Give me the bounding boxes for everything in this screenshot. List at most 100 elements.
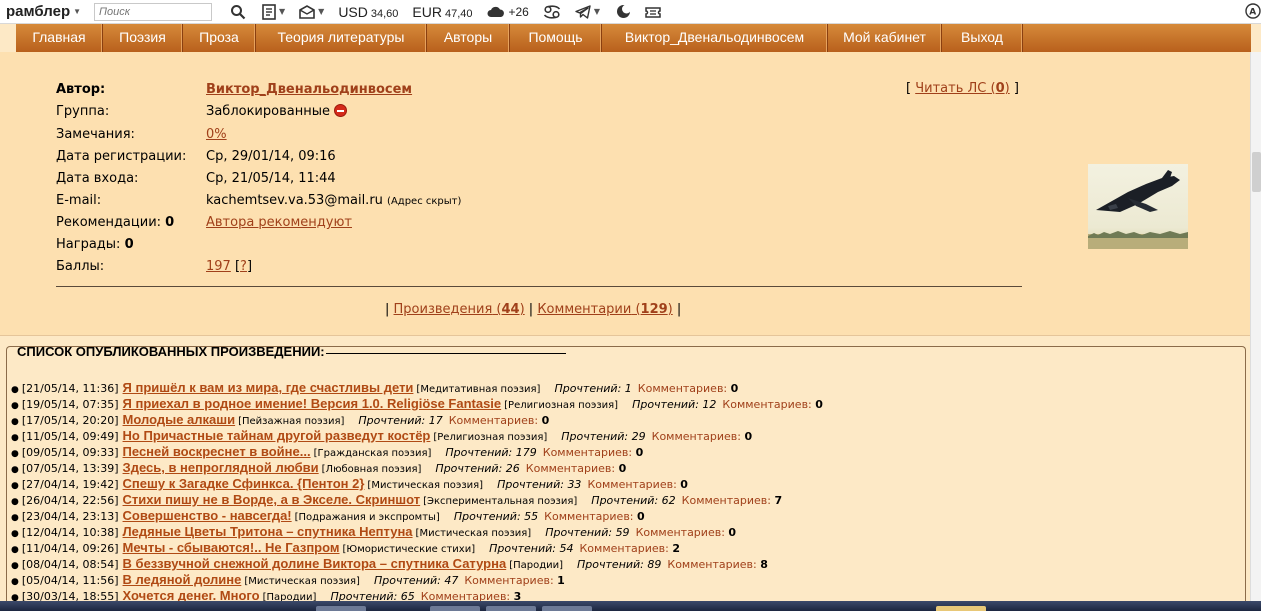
search-button[interactable] [230,4,246,20]
nav-item-poetry[interactable]: Поэзия [103,24,183,52]
rambler-toolbar: рамблер▼ ▼ ▼ USD34,60 EUR47,40 +26 ▼ A [0,0,1261,24]
work-comments-link[interactable]: Комментариев: 2 [579,542,680,555]
telegram-button[interactable]: ▼ [575,4,601,19]
nav-item-logout[interactable]: Выход [942,24,1023,52]
bullet-icon: ● [11,449,19,459]
comments-count: 0 [744,430,753,443]
tab-works[interactable]: Произведения (44) [394,302,525,317]
work-title-link[interactable]: Мечты - сбываются!.. Не Газпром [123,540,340,555]
remarks-label: Замечания: [56,127,135,142]
taskbar-button[interactable] [542,606,592,611]
rambler-menu[interactable]: рамблер ▼ [0,3,92,20]
work-comments-link[interactable]: Комментариев: 1 [464,574,565,587]
ticket-icon [645,6,661,18]
work-title-link[interactable]: Здесь, в непроглядной любви [123,460,319,475]
reads-label: Прочтений: [545,526,613,539]
work-comments-link[interactable]: Комментариев: 0 [544,510,645,523]
work-date: [11/04/14, 09:26] [21,542,119,555]
os-taskbar [0,601,1261,611]
comments-label: Комментариев: [542,446,633,459]
work-title-link[interactable]: Спешу к Загадке Сфинкса. {Пентон 2} [123,476,365,491]
work-comments-link[interactable]: Комментариев: 0 [449,414,550,427]
read-ls-close: ] [1013,81,1019,96]
usd-label: USD [338,3,368,20]
work-title-link[interactable]: Я пришёл к вам из мира, где счастливы де… [123,380,414,395]
comments-label: Комментариев: [667,558,757,571]
night-mode-button[interactable] [616,4,632,19]
nav-item-literature-theory[interactable]: Теория литературы [256,24,427,52]
chevron-down-icon: ▼ [593,7,601,16]
work-comments-link[interactable]: Комментариев: 0 [638,382,739,395]
nav-item-user[interactable]: Виктор_Двенальодинвосем [602,24,828,52]
bullet-icon: ● [11,577,19,587]
nav-item-authors[interactable]: Авторы [427,24,510,52]
points-help-link[interactable]: ? [240,259,247,274]
work-title-link[interactable]: Но Причастные тайнам другой разведут кос… [123,428,431,443]
bullet-icon: ● [11,417,19,427]
points-link[interactable]: 197 [206,259,231,274]
taskbar-button[interactable] [316,606,366,611]
chevron-down-icon: ▼ [73,7,82,16]
usd-rate[interactable]: USD 34,60 [338,4,398,20]
search-input[interactable] [94,2,212,21]
author-name-link[interactable]: Виктор_Двенальодинвосем [206,81,412,99]
taskbar-button[interactable] [936,606,986,611]
bullet-icon: ● [11,529,19,539]
work-title-link[interactable]: Совершенство - навсегда! [123,508,292,523]
work-title-link[interactable]: В ледяной долине [123,572,242,587]
mail-button[interactable]: ▼ [299,4,324,19]
work-comments-link[interactable]: Комментариев: 8 [667,558,768,571]
work-comments-link[interactable]: Комментариев: 0 [526,462,627,475]
nav-item-cabinet[interactable]: Мой кабинет [828,24,942,52]
weather-button[interactable]: +26 [487,5,529,19]
tab-works-label: Произведения [393,302,493,317]
comments-count: 0 [541,414,550,427]
blocked-icon [333,104,347,117]
taskbar-button[interactable] [430,606,480,611]
work-title-link[interactable]: В беззвучной снежной долине Виктора – сп… [123,556,507,571]
taskbar-button[interactable] [486,606,536,611]
reads-label: Прочтений: [554,382,622,395]
work-title-link[interactable]: Молодые алкаши [123,412,236,427]
work-comments-link[interactable]: Комментариев: 7 [682,494,783,507]
work-category: [Любовная поэзия] [321,464,422,475]
reads-label: Прочтений: [561,430,629,443]
eur-value: 47,40 [444,7,473,20]
work-category: [Религиозная поэзия] [504,400,619,411]
work-title-link[interactable]: Стихи пишу не в Ворде, а в Экселе. Скрин… [123,492,421,507]
work-category: [Экспериментальная поэзия] [423,496,578,507]
profile-tabs: | Произведения (44) | Комментарии (129) … [385,302,682,317]
list-item: ● [26/04/14, 22:56] Стихи пишу не в Ворде,… [11,492,1241,508]
comments-count: 0 [730,382,739,395]
work-comments-link[interactable]: Комментариев: 0 [543,446,644,459]
nav-item-help[interactable]: Помощь [510,24,602,52]
nav-item-home[interactable]: Главная [16,24,103,52]
work-comments-link[interactable]: Комментариев: 0 [636,526,737,539]
list-item: ● [21/05/14, 11:36] Я пришёл к вам из мира… [11,380,1241,396]
work-comments-link[interactable]: Комментариев: 0 [652,430,753,443]
read-messages-link[interactable]: Читать ЛС (0) [915,81,1009,96]
translate-button[interactable]: A [1245,3,1261,19]
horoscope-button[interactable] [543,4,561,19]
eur-rate[interactable]: EUR 47,40 [412,4,472,20]
remarks-link[interactable]: 0% [206,126,227,144]
work-reads: Прочтений: 47 [374,574,458,587]
scrollbar-thumb[interactable] [1252,152,1261,192]
avatar[interactable] [1088,164,1188,249]
work-comments-link[interactable]: Комментариев: 0 [722,398,823,411]
work-title-link[interactable]: Ледяные Цветы Тритона – спутника Нептуна [123,524,413,539]
work-title-link[interactable]: Я приехал в родное имение! Версия 1.0. R… [123,396,502,411]
nav-item-prose[interactable]: Проза [183,24,256,52]
tab-comments[interactable]: Комментарии (129) [537,302,672,317]
afisha-button[interactable] [645,5,661,19]
reads-label: Прочтений: [489,542,556,555]
work-comments-link[interactable]: Комментариев: 0 [587,478,688,491]
list-item: ● [19/05/14, 07:35] Я приехал в родное име… [11,396,1241,412]
notebook-button[interactable]: ▼ [262,3,285,20]
email-label: E-mail: [56,193,102,208]
comments-count: 7 [774,494,783,507]
work-title-link[interactable]: Песней воскреснет в войне... [123,444,311,459]
reads-count: 55 [524,510,539,523]
scrollbar[interactable] [1250,52,1261,611]
recommend-author-link[interactable]: Автора рекомендуют [206,214,352,232]
